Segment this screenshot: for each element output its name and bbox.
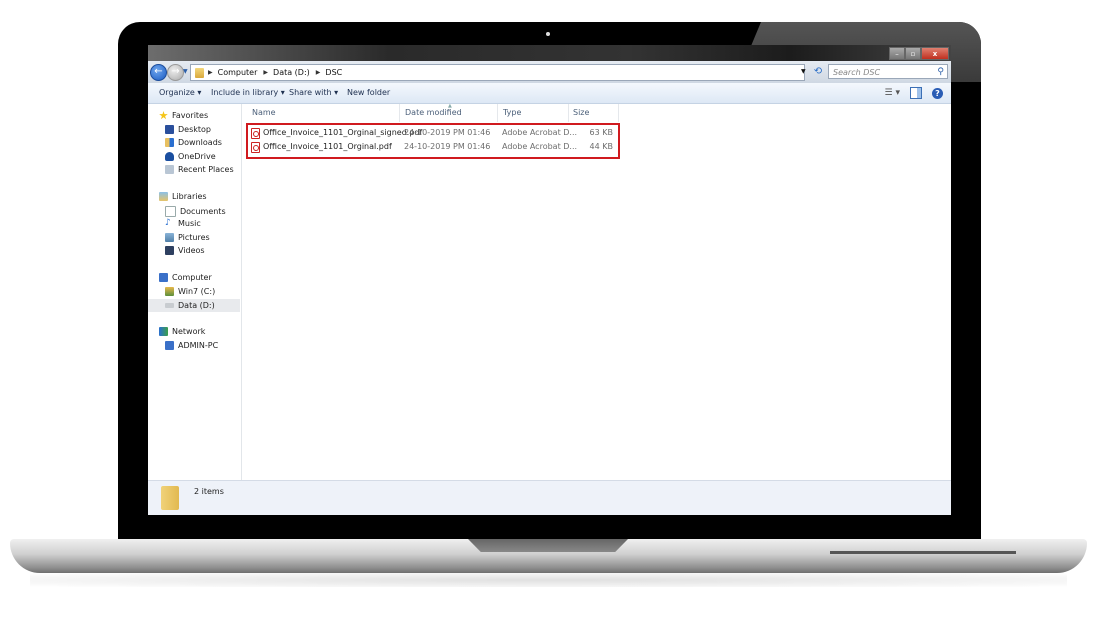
sidebar-computer[interactable]: Computer xyxy=(159,273,212,282)
sidebar-network[interactable]: Network xyxy=(159,327,205,336)
music-icon: ♪ xyxy=(165,218,171,228)
address-dropdown-icon[interactable]: ▼ xyxy=(801,68,806,75)
sidebar-item-desktop[interactable]: Desktop xyxy=(165,125,211,134)
column-divider[interactable] xyxy=(399,104,400,122)
column-divider[interactable] xyxy=(568,104,569,122)
sidebar-label: Pictures xyxy=(178,233,210,242)
sidebar-label: Downloads xyxy=(178,138,222,147)
libraries-icon xyxy=(159,192,168,201)
column-header-date-modified[interactable]: Date modified xyxy=(405,108,462,117)
maximize-button[interactable]: ▫ xyxy=(905,47,921,60)
breadcrumb[interactable]: ▶ Computer ▶ Data (D:) ▶ DSC xyxy=(190,64,805,81)
sidebar-item-admin-pc[interactable]: ADMIN-PC xyxy=(165,341,218,350)
folder-icon xyxy=(195,67,204,78)
sidebar-item-pictures[interactable]: Pictures xyxy=(165,233,210,242)
system-drive-icon xyxy=(165,287,174,296)
share-with-button[interactable]: Share with ▾ xyxy=(289,88,338,97)
webcam xyxy=(546,32,550,36)
sidebar-libraries[interactable]: Libraries xyxy=(159,192,207,201)
title-bar: – ▫ x xyxy=(148,45,951,61)
file-list: ▲ Name Date modified Type Size Office_In… xyxy=(242,103,951,480)
forward-button[interactable]: → xyxy=(167,64,184,81)
column-header-size[interactable]: Size xyxy=(573,108,589,117)
breadcrumb-dsc[interactable]: ▶ DSC xyxy=(316,68,342,77)
search-icon[interactable]: ⚲ xyxy=(937,65,944,80)
sidebar-label: Desktop xyxy=(178,125,211,134)
sidebar-label: Music xyxy=(178,219,201,228)
sidebar-label: Documents xyxy=(180,207,226,216)
sidebar-item-onedrive[interactable]: OneDrive xyxy=(165,152,216,161)
network-icon xyxy=(159,327,168,336)
change-view-icon[interactable]: ☰ ▾ xyxy=(885,88,900,98)
cloud-icon xyxy=(165,152,174,161)
computer-icon xyxy=(159,273,168,282)
desktop-icon xyxy=(165,125,174,134)
search-placeholder: Search DSC xyxy=(833,68,881,77)
folder-icon xyxy=(161,486,179,510)
videos-icon xyxy=(165,246,174,255)
column-divider[interactable] xyxy=(497,104,498,122)
sidebar-label: Favorites xyxy=(172,111,209,120)
sidebar-label: Data (D:) xyxy=(178,301,215,310)
recent-pages-dropdown-icon[interactable]: ▼ xyxy=(183,68,188,75)
back-button[interactable]: ← xyxy=(150,64,167,81)
sidebar-item-data-d[interactable]: Data (D:) xyxy=(148,299,240,312)
recent-places-icon xyxy=(165,165,174,174)
details-pane: 2 items xyxy=(148,480,951,515)
sidebar-label: Libraries xyxy=(172,192,207,201)
address-bar: ← → ▼ ▶ Computer ▶ Data (D:) ▶ DSC ▼ ⟲ Sear… xyxy=(148,61,951,83)
navigation-pane: Favorites Desktop Downloads OneDrive Rec… xyxy=(148,104,242,480)
preview-pane-icon[interactable] xyxy=(910,87,922,99)
documents-icon xyxy=(165,206,176,217)
minimize-button[interactable]: – xyxy=(889,47,905,60)
search-input[interactable]: Search DSC ⚲ xyxy=(828,64,948,79)
laptop-base xyxy=(10,539,1087,573)
item-count: 2 items xyxy=(194,487,224,496)
sidebar-item-recent-places[interactable]: Recent Places xyxy=(165,165,234,174)
close-button[interactable]: x xyxy=(921,47,949,60)
drive-icon xyxy=(165,303,174,308)
sidebar-label: Network xyxy=(172,327,206,336)
breadcrumb-computer[interactable]: ▶ Computer xyxy=(208,68,257,77)
help-icon[interactable]: ? xyxy=(932,87,943,99)
breadcrumb-label: Computer xyxy=(217,68,258,77)
pc-icon xyxy=(165,341,174,350)
command-bar: Organize ▾ Include in library ▾ Share wi… xyxy=(148,83,951,104)
include-in-library-button[interactable]: Include in library ▾ xyxy=(211,88,285,97)
sidebar-item-videos[interactable]: Videos xyxy=(165,246,205,255)
laptop-shadow xyxy=(30,573,1067,587)
column-header-name[interactable]: Name xyxy=(252,108,276,117)
sidebar-item-documents[interactable]: Documents xyxy=(165,206,226,217)
sidebar-label: Computer xyxy=(172,273,212,282)
sidebar-label: Videos xyxy=(178,246,205,255)
column-divider[interactable] xyxy=(618,104,619,122)
new-folder-button[interactable]: New folder xyxy=(347,88,390,97)
pictures-icon xyxy=(165,233,174,242)
star-icon xyxy=(159,111,168,120)
explorer-window: – ▫ x ← → ▼ ▶ Computer ▶ Data (D:) ▶ DSC ▼ … xyxy=(148,45,951,515)
column-header-type[interactable]: Type xyxy=(503,108,521,117)
sidebar-label: OneDrive xyxy=(178,152,216,161)
sidebar-item-win7-c[interactable]: Win7 (C:) xyxy=(165,287,215,296)
lid-notch xyxy=(468,539,628,552)
sidebar-label: Win7 (C:) xyxy=(178,287,216,296)
sidebar-item-music[interactable]: ♪ Music xyxy=(165,218,201,229)
highlight-box xyxy=(246,123,620,159)
downloads-icon xyxy=(165,138,174,147)
breadcrumb-data-d[interactable]: ▶ Data (D:) xyxy=(263,68,309,77)
sidebar-label: ADMIN-PC xyxy=(178,341,219,350)
breadcrumb-label: DSC xyxy=(325,68,343,77)
sidebar-favorites[interactable]: Favorites xyxy=(159,111,208,120)
breadcrumb-label: Data (D:) xyxy=(273,68,310,77)
organize-button[interactable]: Organize ▾ xyxy=(159,88,201,97)
disc-slot xyxy=(830,551,1016,554)
sidebar-item-downloads[interactable]: Downloads xyxy=(165,138,222,147)
sidebar-label: Recent Places xyxy=(178,165,234,174)
refresh-icon[interactable]: ⟲ xyxy=(811,65,825,79)
